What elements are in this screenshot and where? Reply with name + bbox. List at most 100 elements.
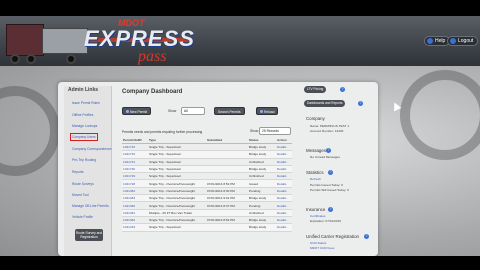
permit-no-cell[interactable]: 1021482	[122, 216, 148, 225]
admin-link-route-surveys[interactable]: Route Surveys	[72, 182, 94, 186]
submitted-cell	[206, 172, 248, 181]
mdot-express-pass-logo[interactable]: MDOT EXPRESS pass	[84, 18, 204, 66]
status-cell: Pending	[248, 201, 276, 210]
submitted-cell	[206, 223, 248, 232]
records-per-page-value: 25 Records	[262, 129, 279, 133]
submitted-cell: 07/21/2014 8:47 PM	[206, 201, 248, 210]
search-permits-button[interactable]: Search Permits	[214, 107, 245, 115]
status-cell: Bridge study	[248, 216, 276, 225]
admin-link-issue-permit-rules[interactable]: Issue Permit Rules	[72, 101, 100, 105]
admin-link-offline-profiles[interactable]: Offline Profiles	[72, 113, 93, 117]
help-icon[interactable]: ?	[340, 87, 345, 92]
type-cell: Single Trip - Superload	[148, 223, 206, 232]
table-row[interactable]: 1021728 Single Trip - Oversize/Overweight…	[122, 179, 292, 188]
status-cell: Unfinished	[248, 209, 276, 217]
details-link[interactable]: Details	[276, 179, 292, 188]
reload-icon	[260, 110, 263, 113]
table-row[interactable]: 1021433 Single Trip - Superload Bridge stu…	[122, 223, 292, 232]
type-cell: Single Trip - Superload	[148, 158, 206, 166]
insurance-expiration: Expiration: 07/31/2015	[310, 219, 341, 223]
details-link[interactable]: Details	[276, 194, 292, 203]
ucr-status-link[interactable]: UCR Status	[310, 241, 326, 245]
submitted-cell	[206, 165, 248, 174]
admin-link-reports[interactable]: Reports	[72, 170, 84, 174]
records-show-label: Show	[250, 129, 259, 133]
table-row[interactable]: 1021484 Single Trip - Oversize/Overweight…	[122, 187, 292, 196]
permits-table: Permit No/ID Type Submitted Status Actio…	[122, 137, 292, 232]
ucr-fees-link[interactable]: MDOT UCR Fees	[310, 246, 334, 250]
help-label: Help	[435, 38, 446, 44]
dashboards-reports-button[interactable]: Dashboards and Reports	[304, 100, 346, 107]
details-link[interactable]: Details	[276, 209, 292, 217]
help-icon[interactable]: ?	[364, 234, 369, 239]
company-section-title: Company	[306, 116, 325, 121]
statistics-refresh-link[interactable]: Refresh	[310, 177, 321, 181]
show-filter-label: Show	[168, 109, 177, 113]
admin-link-manage-lookups[interactable]: Manage Lookups	[72, 124, 97, 128]
admin-link-moved-tool[interactable]: Moved Tool	[72, 193, 89, 197]
table-row[interactable]: 1021730 Single Trip - Superload Bridge stu…	[122, 165, 292, 174]
insurance-certificates-link[interactable]: Certificates	[310, 214, 325, 218]
permit-no-cell[interactable]: 1021484	[122, 187, 148, 196]
table-row[interactable]: 1021731 Single Trip - Superload Unfinished…	[122, 158, 292, 166]
details-link[interactable]: Details	[276, 223, 292, 232]
table-row[interactable]: 1021733 Single Trip - Superload Bridge stu…	[122, 143, 292, 152]
table-row[interactable]: 1021732 Single Trip - Superload Bridge stu…	[122, 150, 292, 159]
messages-status: No Unread Messages	[310, 155, 340, 159]
admin-links-sidebar: Admin Links Issue Permit Rules Offline P…	[64, 86, 112, 256]
admin-link-per-trip-routing[interactable]: Per-Trip Routing	[72, 158, 96, 162]
search-permits-label: Search Permits	[218, 110, 241, 114]
permit-no-cell[interactable]: 1021731	[122, 158, 148, 166]
reload-button[interactable]: Reload	[256, 107, 279, 115]
logo-pass-text: pass	[138, 48, 167, 65]
help-icon[interactable]: ?	[328, 207, 333, 212]
permit-no-cell[interactable]: 1021728	[122, 179, 148, 188]
table-row[interactable]: 1021481 Multiple - 25 FT Box Van Trailer U…	[122, 209, 292, 217]
submitted-cell	[206, 150, 248, 159]
admin-link-vehicle-profile[interactable]: Vehicle Profile	[72, 215, 93, 219]
table-row[interactable]: 1021729 Single Trip - Superload Unfinished…	[122, 172, 292, 181]
new-permit-button[interactable]: New Permit	[122, 107, 152, 115]
permit-no-cell[interactable]: 1021733	[122, 143, 148, 152]
statistics-issued-today: Permits Issued Today: 0	[310, 183, 343, 187]
statistics-still-issued: Permits Still Issued Today: 0	[310, 188, 349, 192]
new-permit-label: New Permit	[130, 110, 148, 114]
details-link[interactable]: Details	[276, 143, 292, 152]
admin-link-manage-offline-permits[interactable]: Manage Off-Line Permits	[72, 204, 109, 208]
details-link[interactable]: Details	[276, 187, 292, 196]
admin-links-title: Admin Links	[68, 87, 99, 93]
app-header: MDOT EXPRESS pass Help Logout	[0, 16, 480, 66]
permit-no-cell[interactable]: 1021433	[122, 223, 148, 232]
help-icon[interactable]: ?	[328, 170, 333, 175]
table-row[interactable]: 1021483 Single Trip - Oversize/Overweight…	[122, 194, 292, 203]
add-icon	[126, 110, 129, 113]
ltv-pricing-button[interactable]: LTV Pricing	[304, 86, 327, 93]
details-link[interactable]: Details	[276, 201, 292, 210]
show-filter-value: All	[184, 109, 188, 113]
route-survey-registration-button[interactable]: Route Survey and Registration	[75, 229, 103, 241]
page-title: Company Dashboard	[122, 89, 183, 95]
logout-button[interactable]: Logout	[447, 36, 479, 46]
help-icon[interactable]: ?	[358, 101, 363, 106]
permit-no-cell[interactable]: 1021729	[122, 172, 148, 181]
details-link[interactable]: Details	[276, 158, 292, 166]
admin-link-company-correspondence[interactable]: Company Correspondence	[72, 147, 111, 151]
help-icon[interactable]: ?	[326, 148, 331, 153]
show-filter-select[interactable]: All	[181, 107, 205, 115]
type-cell: Single Trip - Superload	[148, 143, 206, 152]
type-cell: Single Trip - Oversize/Overweight	[148, 179, 206, 188]
status-cell: Unfinished	[248, 158, 276, 166]
details-link[interactable]: Details	[276, 172, 292, 181]
permit-no-cell[interactable]: 1021483	[122, 194, 148, 203]
permit-no-cell[interactable]: 1021732	[122, 150, 148, 159]
table-row[interactable]: 1021482 Single Trip - Oversize/Overweight…	[122, 201, 292, 210]
permit-no-cell[interactable]: 1021730	[122, 165, 148, 174]
permit-no-cell[interactable]: 1021482	[122, 201, 148, 210]
details-link[interactable]: Details	[276, 150, 292, 159]
details-link[interactable]: Details	[276, 165, 292, 174]
records-per-page-select[interactable]: 25 Records	[259, 127, 291, 135]
table-row[interactable]: 1021482 Single Trip - Oversize/Overweight…	[122, 216, 292, 225]
admin-link-company-users[interactable]: Company Users	[70, 133, 98, 141]
permit-no-cell[interactable]: 1021481	[122, 209, 148, 217]
details-link[interactable]: Details	[276, 216, 292, 225]
